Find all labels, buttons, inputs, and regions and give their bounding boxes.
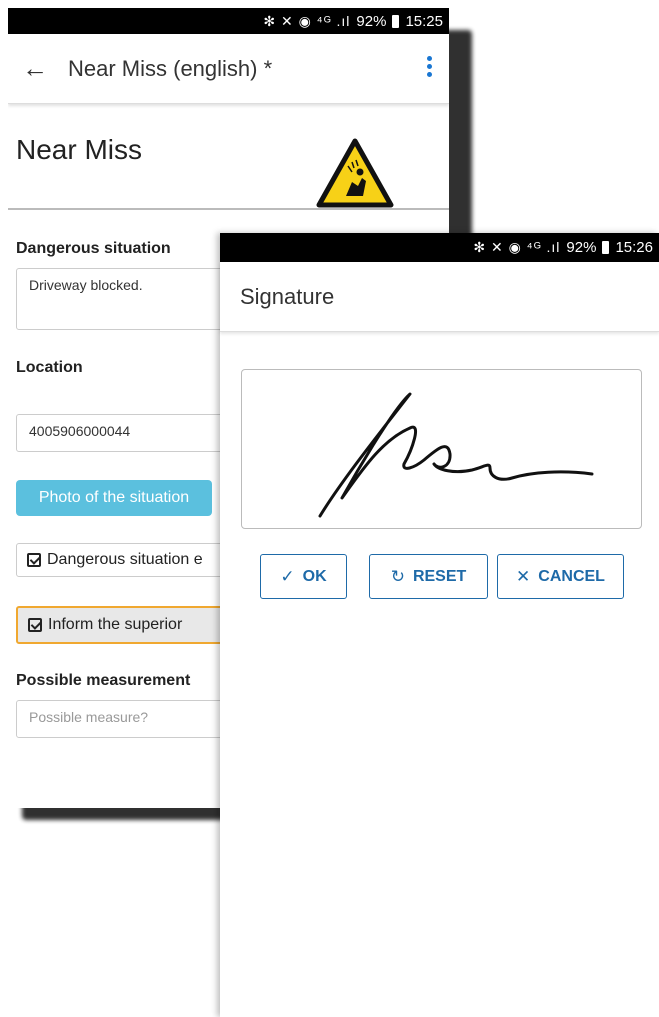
status-icons: ✻ ✕ ◉ ⁴ᴳ .ıl <box>473 239 561 255</box>
app-bar-title: Near Miss (english) * <box>68 55 273 81</box>
battery-level: 92% <box>356 12 387 30</box>
page-title: Near Miss <box>16 134 143 165</box>
photo-button[interactable]: Photo of the situation <box>16 480 212 516</box>
battery-icon <box>602 241 610 254</box>
checkbox-label: Inform the superior <box>48 616 183 633</box>
checkbox-checked-icon <box>27 553 41 567</box>
more-menu-icon[interactable] <box>427 56 433 80</box>
checkbox-checked-icon <box>28 618 42 632</box>
status-bar: ✻ ✕ ◉ ⁴ᴳ .ıl 92% 15:25 <box>8 8 449 34</box>
cancel-label: CANCEL <box>538 567 605 585</box>
signature-pad[interactable] <box>241 369 642 529</box>
signature-stroke <box>318 392 594 518</box>
check-icon: ✓ <box>280 566 295 586</box>
reset-button[interactable]: ↻ RESET <box>369 554 488 599</box>
possible-measurement-label: Possible measurement <box>16 672 191 689</box>
dangerous-situation-label: Dangerous situation <box>16 240 171 257</box>
signature-title-bar: Signature <box>220 262 659 332</box>
reset-label: RESET <box>412 567 467 585</box>
app-bar: ← Near Miss (english) * <box>8 34 449 104</box>
close-icon: ✕ <box>516 566 531 586</box>
ok-button[interactable]: ✓ OK <box>260 554 347 599</box>
status-icons: ✻ ✕ ◉ ⁴ᴳ .ıl <box>263 12 351 29</box>
cancel-button[interactable]: ✕ CANCEL <box>497 554 624 599</box>
battery-level: 92% <box>566 239 597 256</box>
back-arrow-icon[interactable]: ← <box>8 53 58 84</box>
location-label: Location <box>16 359 83 376</box>
refresh-icon: ↻ <box>390 566 405 586</box>
status-bar: ✻ ✕ ◉ ⁴ᴳ .ıl 92% 15:26 <box>220 233 659 262</box>
battery-icon <box>392 14 400 28</box>
ok-label: OK <box>302 567 327 585</box>
clock: 15:25 <box>405 12 443 30</box>
clock: 15:26 <box>615 239 653 256</box>
signature-title: Signature <box>240 283 335 309</box>
checkbox-label: Dangerous situation e <box>47 551 203 568</box>
signature-screen: ✻ ✕ ◉ ⁴ᴳ .ıl 92% 15:26 Signature ✓ OK ↻ … <box>220 233 659 1017</box>
hazard-warning-icon <box>316 138 394 208</box>
